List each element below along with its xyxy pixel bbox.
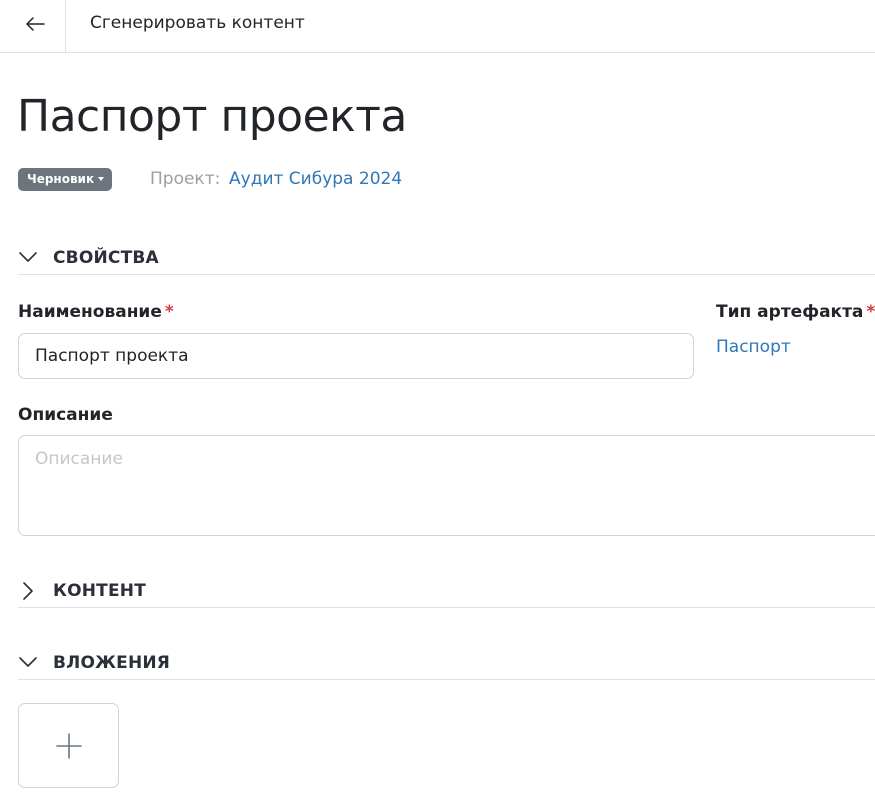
section-properties-header[interactable]: СВОЙСТВА — [18, 245, 875, 275]
required-marker: * — [164, 302, 174, 322]
section-content-header[interactable]: КОНТЕНТ — [18, 578, 875, 608]
project-link[interactable]: Аудит Сибура 2024 — [229, 168, 402, 190]
caret-down-icon — [98, 176, 105, 181]
name-label-text: Наименование — [18, 302, 162, 322]
artifact-type-link[interactable]: Паспорт — [716, 337, 791, 357]
description-textarea[interactable] — [18, 435, 875, 536]
status-dropdown[interactable]: Черновик — [18, 168, 113, 191]
plus-icon — [56, 733, 82, 759]
description-label: Описание — [18, 405, 113, 425]
artifact-type-label-text: Тип артефакта — [716, 302, 864, 322]
status-label: Черновик — [27, 172, 95, 186]
required-marker: * — [866, 302, 875, 322]
top-bar: Сгенерировать контент — [0, 0, 875, 53]
back-button[interactable] — [0, 0, 66, 52]
project-label: Проект: — [150, 169, 221, 189]
section-properties-title: СВОЙСТВА — [53, 248, 159, 268]
chevron-down-icon — [19, 252, 37, 262]
section-attachments-title: ВЛОЖЕНИЯ — [53, 653, 171, 673]
topbar-title: Сгенерировать контент — [90, 13, 305, 33]
name-input[interactable] — [18, 333, 694, 379]
section-attachments-header[interactable]: ВЛОЖЕНИЯ — [18, 650, 875, 680]
chevron-down-icon — [19, 657, 37, 667]
add-attachment-button[interactable] — [18, 703, 119, 788]
page-title: Паспорт проекта — [17, 91, 407, 142]
arrow-left-icon — [26, 17, 45, 31]
section-content-title: КОНТЕНТ — [53, 581, 147, 601]
name-label: Наименование * — [18, 302, 174, 322]
artifact-type-label: Тип артефакта * — [716, 302, 875, 322]
chevron-right-icon — [23, 582, 33, 600]
